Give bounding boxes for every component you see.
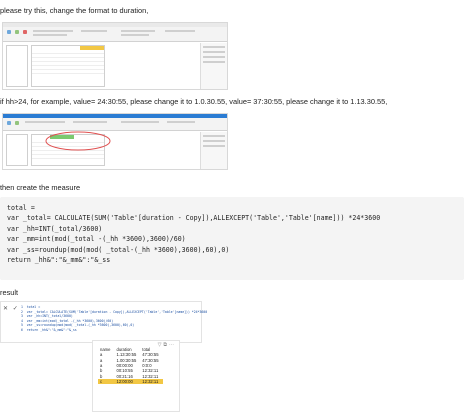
ribbon [3,114,227,131]
ribbon-icon [7,30,11,34]
highlight-annotation [45,131,111,151]
cancel-button[interactable]: ✕ [3,306,8,312]
instruction-text-1: please try this, change the format to du… [0,6,149,15]
dax-code-block: total = var _total= CALCULATE(SUM('Table… [0,197,464,280]
code-line: var _mm=int(mod(_total -(_hh *3600),3600… [7,235,186,244]
table-cell: c [98,378,115,385]
instruction-text-3: then create the measure [0,183,81,192]
commit-button[interactable]: ✓ [13,306,18,312]
formula-line: 4 var _mm=int(mod(_total -(_hh *3600),36… [21,318,114,323]
formula-line: 5 var _ss=roundup(mod(mod( _total-(_hh *… [21,323,135,328]
queries-pane[interactable] [6,134,28,166]
table-cell: 12:32:11 [140,378,163,385]
more-options-icon[interactable]: ⋯ [169,342,176,348]
result-table-visual[interactable]: ▽⧉⋯ name duration total a 1.13:30:55 47:… [92,340,180,412]
instruction-text-2: if hh>24, for example, value= 24:30:55, … [0,97,388,106]
query-settings-pane[interactable] [200,132,227,169]
data-grid[interactable] [31,45,105,87]
code-line: total = [7,204,35,212]
formula-line: 3 var _hh=INT(_total/3600) [21,314,73,319]
power-query-screenshot-1 [2,22,228,90]
query-settings-pane[interactable] [200,43,227,89]
formula-line: 2 var _total= CALCULATE(SUM('Table'[dura… [21,309,208,314]
result-table: name duration total a 1.13:30:55 47:30:5… [98,347,163,385]
formula-bar-controls: ✕ ✓ [3,305,18,312]
formula-line: 6 return _hh&":"&_mm&":"&_ss [21,327,77,332]
code-line: var _ss=roundup(mod(mod( _total-(_hh *36… [7,245,230,254]
formula-line: 1 total = [21,305,41,309]
ribbon-icon [15,121,19,125]
code-line: var _hh=INT(_total/3600) [7,224,103,233]
formula-bar[interactable]: ✕ ✓ 1 total = 2 var _total= CALCULATE(SU… [0,301,207,343]
ribbon [3,23,227,42]
table-cell: 12:00:00 [114,378,141,385]
instruction-text-4: result [0,288,19,297]
ribbon-icon [7,121,11,125]
ribbon-icon [15,30,19,34]
queries-pane[interactable] [6,45,28,87]
ribbon-icon [23,30,27,34]
code-line: var _total= CALCULATE(SUM('Table'[durati… [7,214,381,223]
code-line: return _hh&":"&_mm&":"&_ss [7,256,111,265]
power-query-screenshot-2 [2,113,228,170]
table-row: c 12:00:00 12:32:11 [98,378,163,385]
